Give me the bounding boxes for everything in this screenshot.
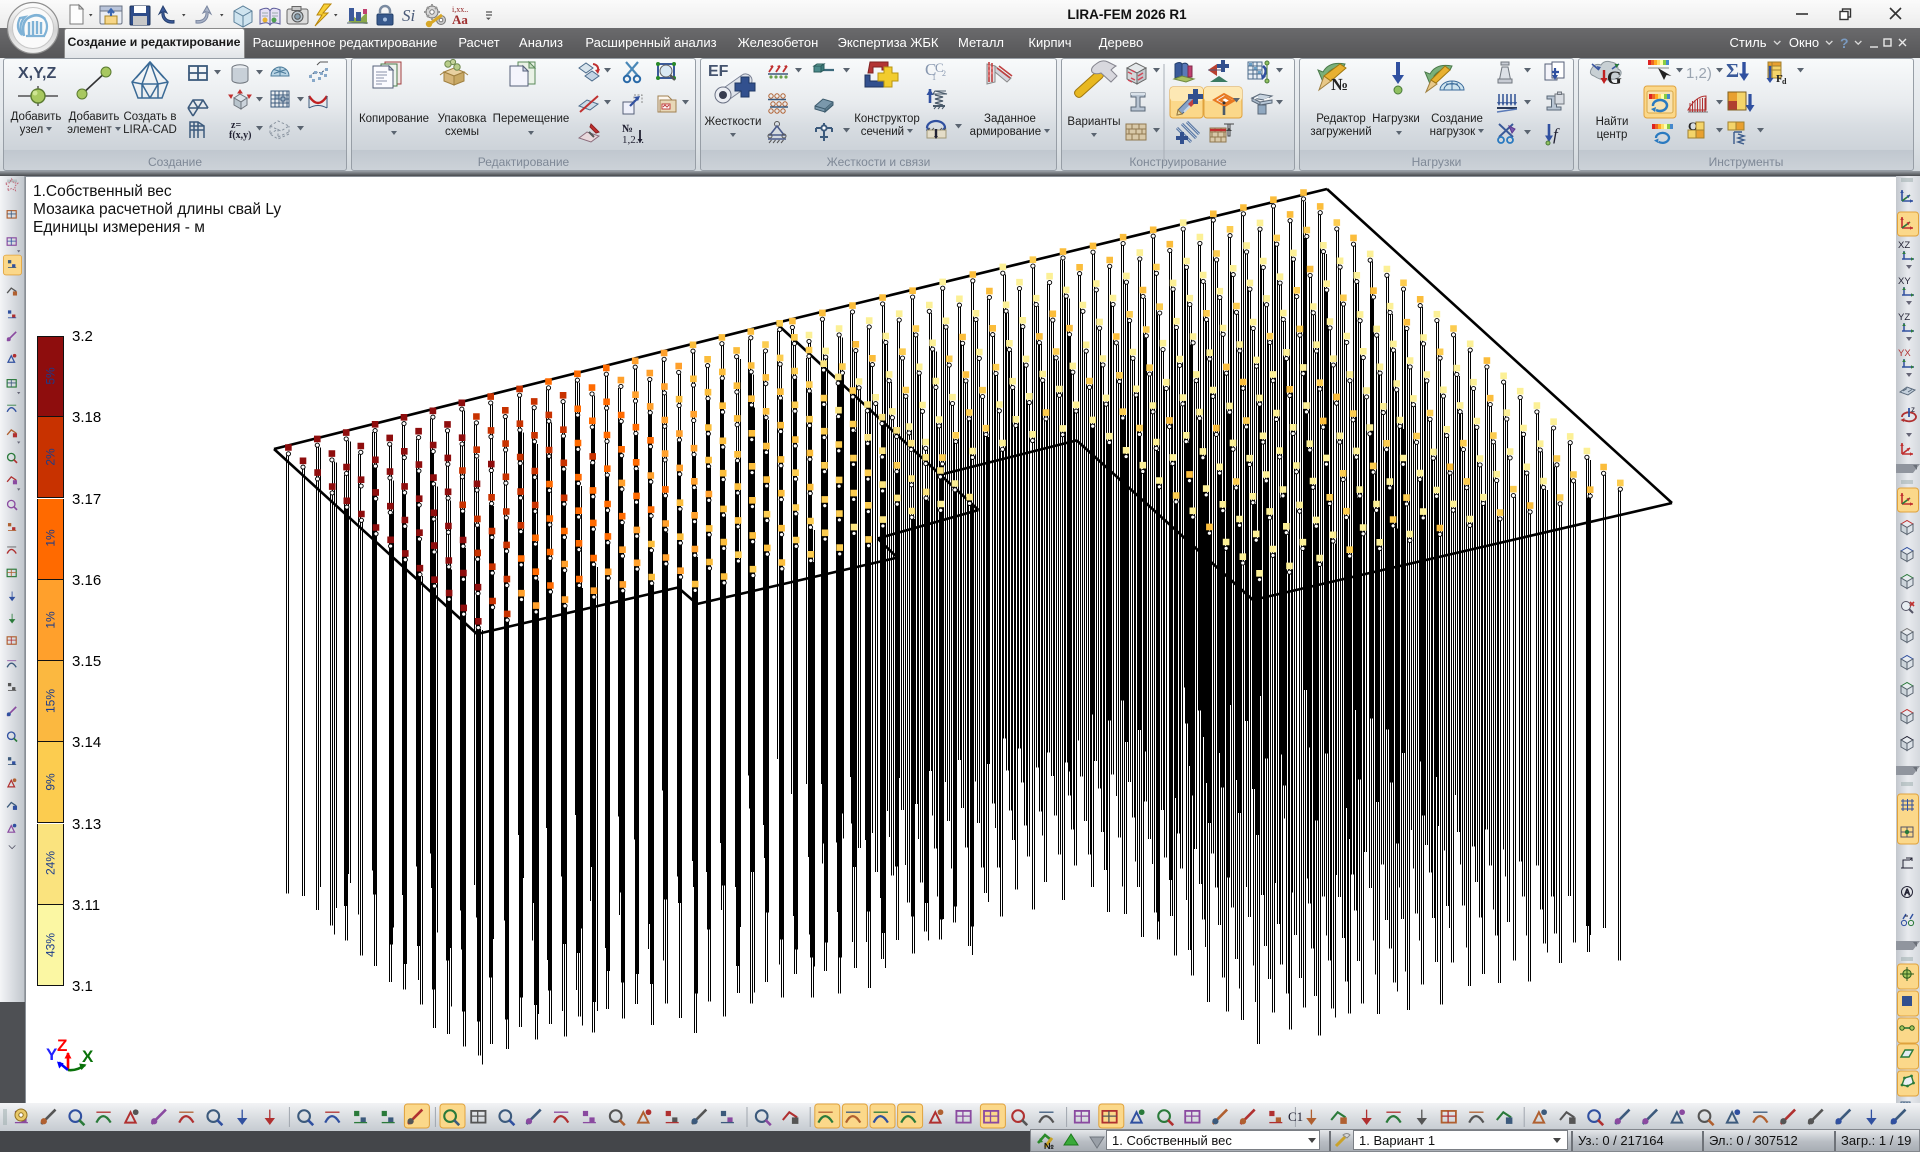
- svg-text:C1: C1: [1288, 1109, 1303, 1124]
- svg-text:EF: EF: [708, 63, 729, 80]
- svg-text:1: 1: [932, 73, 936, 82]
- svg-text:№: №: [1044, 1141, 1054, 1151]
- svg-text:2: 2: [942, 69, 946, 78]
- svg-text:Σ: Σ: [1726, 60, 1739, 82]
- svg-text:G: G: [1607, 68, 1622, 89]
- svg-text:z: z: [1911, 405, 1915, 414]
- svg-text:A: A: [1905, 888, 1911, 897]
- svg-text:1,2): 1,2): [1686, 65, 1712, 82]
- svg-text:C: C: [1688, 119, 1697, 133]
- svg-text:XY: XY: [1898, 276, 1911, 287]
- svg-text:X,Y,Z: X,Y,Z: [18, 65, 56, 82]
- svg-text:YZ: YZ: [1898, 312, 1910, 323]
- svg-text:№: №: [1331, 75, 1348, 94]
- svg-text:YX: YX: [1898, 348, 1911, 359]
- svg-text:XZ: XZ: [1898, 240, 1910, 251]
- svg-text:f(x,y): f(x,y): [229, 130, 252, 141]
- svg-text:f: f: [1553, 125, 1560, 144]
- svg-text:d: d: [1782, 77, 1787, 86]
